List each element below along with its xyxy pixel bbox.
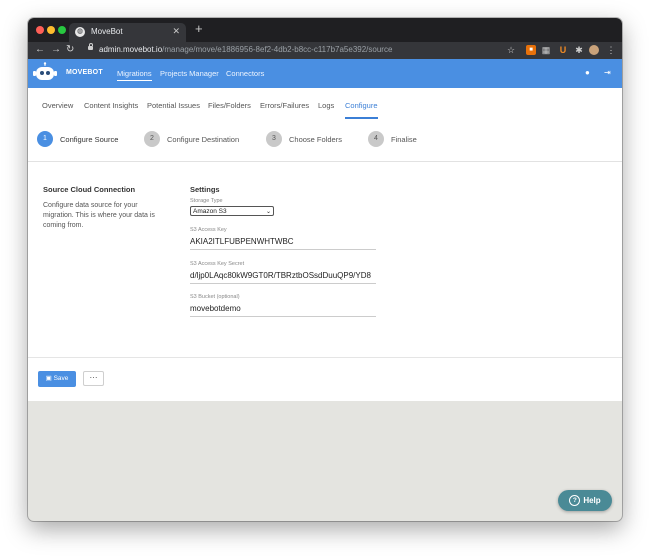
step-choose-folders[interactable]: Choose Folders [289, 135, 342, 144]
help-label: Help [583, 496, 601, 505]
movebot-logo-icon [33, 62, 57, 80]
forward-icon[interactable]: → [51, 44, 61, 56]
action-footer: ▣ Save ··· [28, 357, 622, 401]
chevron-down-icon: ⌄ [265, 209, 271, 215]
url-host: admin.movebot.io [99, 45, 163, 54]
tab-title: MoveBot [91, 27, 123, 36]
save-icon: ▣ [45, 375, 52, 382]
url-path: /manage/move/e1886956-8ef2-4db2-b8cc-c11… [162, 45, 393, 54]
close-window-button[interactable] [36, 26, 44, 34]
minimize-window-button[interactable] [47, 26, 55, 34]
user-icon[interactable]: ● [585, 68, 590, 77]
tab-potential-issues[interactable]: Potential Issues [147, 101, 200, 110]
reload-icon[interactable]: ↻ [66, 44, 74, 56]
app-header: MOVEBOT Migrations Projects Manager Conn… [28, 59, 622, 88]
wizard-steps: 1 Configure Source 2 Configure Destinati… [28, 121, 622, 162]
bucket-field[interactable]: movebotdemo [190, 304, 376, 317]
tab-logs[interactable]: Logs [318, 101, 334, 110]
access-key-label: S3 Access Key [190, 227, 227, 233]
address-bar[interactable]: admin.movebot.io/manage/move/e1886956-8e… [99, 45, 392, 54]
tab-configure[interactable]: Configure [345, 101, 378, 119]
access-key-secret-field[interactable]: d/ljp0LAqc80kW9GT0R/TBRztbOSsdDuuQP9/YD8 [190, 271, 376, 284]
browser-toolbar: ← → ↻ admin.movebot.io/manage/move/e1886… [28, 42, 622, 59]
logout-icon[interactable]: ⇥ [604, 68, 611, 77]
question-icon: ? [569, 495, 581, 506]
help-button[interactable]: ? Help [558, 490, 612, 511]
ublock-extension-icon[interactable]: U [558, 45, 568, 55]
nav-migrations[interactable]: Migrations [117, 69, 152, 81]
lock-icon [88, 43, 93, 50]
section-title: Source Cloud Connection [43, 185, 136, 194]
more-options-button[interactable]: ··· [83, 371, 104, 386]
back-icon[interactable]: ← [35, 44, 45, 56]
brand-name: MOVEBOT [66, 69, 103, 76]
step-configure-destination[interactable]: Configure Destination [167, 135, 239, 144]
step-finalise[interactable]: Finalise [391, 135, 417, 144]
tab-overview[interactable]: Overview [42, 101, 73, 110]
storage-type-value: Amazon S3 [193, 208, 227, 215]
configure-source-panel: Source Cloud Connection Configure data s… [28, 162, 622, 357]
new-tab-button[interactable]: + [195, 22, 203, 36]
storage-type-select[interactable]: Amazon S3 ⌄ [190, 206, 274, 216]
browser-tab-bar: ◍ MoveBot ✕ + [28, 18, 622, 42]
save-label: Save [53, 375, 69, 382]
close-tab-icon[interactable]: ✕ [172, 26, 180, 37]
globe-icon: ◍ [75, 27, 85, 37]
movebot-app: MOVEBOT Migrations Projects Manager Conn… [28, 59, 622, 521]
storage-type-label: Storage Type [190, 198, 223, 204]
tab-content-insights[interactable]: Content Insights [84, 101, 138, 110]
step-configure-source[interactable]: Configure Source [60, 135, 118, 144]
step-2-number[interactable]: 2 [144, 131, 160, 147]
step-4-number[interactable]: 4 [368, 131, 384, 147]
sub-navigation: Overview Content Insights Potential Issu… [28, 88, 622, 122]
access-key-field[interactable]: AKIA2ITLFUBPENWHTWBC [190, 237, 376, 250]
extension-icon[interactable]: ■ [526, 45, 536, 55]
tab-errors-failures[interactable]: Errors/Failures [260, 101, 309, 110]
save-button[interactable]: ▣ Save [38, 371, 76, 387]
step-3-number[interactable]: 3 [266, 131, 282, 147]
section-description: Configure data source for your migration… [43, 202, 155, 229]
maximize-window-button[interactable] [58, 26, 66, 34]
grid-extension-icon[interactable]: ▦ [541, 45, 551, 55]
settings-title: Settings [190, 185, 220, 194]
profile-avatar-icon[interactable] [589, 45, 599, 55]
nav-projects-manager[interactable]: Projects Manager [160, 69, 219, 78]
step-1-number[interactable]: 1 [37, 131, 53, 147]
bucket-label: S3 Bucket (optional) [190, 294, 240, 300]
browser-window: ◍ MoveBot ✕ + ← → ↻ admin.movebot.io/man… [28, 18, 622, 521]
browser-tab[interactable]: ◍ MoveBot ✕ [69, 23, 186, 42]
puzzle-extensions-icon[interactable]: ✱ [574, 45, 584, 55]
tab-files-folders[interactable]: Files/Folders [208, 101, 251, 110]
browser-menu-icon[interactable]: ⋮ [606, 45, 616, 55]
bookmark-star-icon[interactable]: ☆ [506, 45, 516, 55]
access-key-secret-label: S3 Access Key Secret [190, 261, 245, 267]
nav-connectors[interactable]: Connectors [226, 69, 264, 78]
